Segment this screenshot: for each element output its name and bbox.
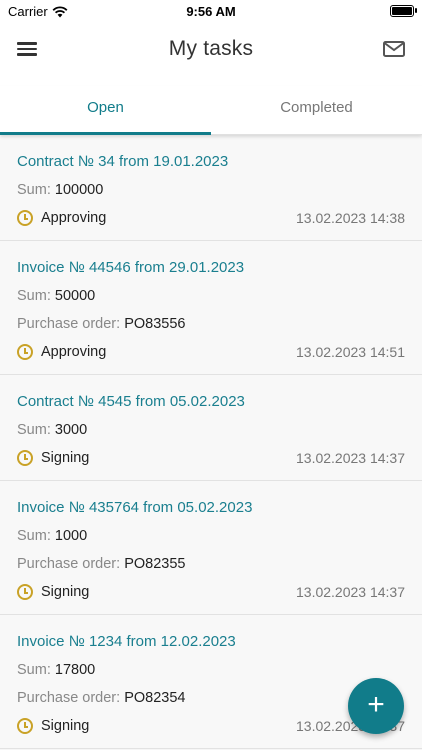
task-sum-line: Sum: 100000 (17, 180, 405, 200)
task-po-value: PO82355 (124, 556, 186, 572)
purchase-order-label: Purchase order: (17, 556, 121, 572)
app-bar: My tasks (0, 24, 422, 76)
task-status: Signing (41, 718, 90, 734)
task-sum-line: Sum: 1000 (17, 526, 405, 546)
add-task-button[interactable]: + (348, 678, 404, 734)
task-date: 13.02.2023 14:51 (296, 344, 405, 360)
status-time: 9:56 AM (186, 4, 236, 19)
task-po-value: PO82354 (124, 690, 186, 706)
task-status-row: Signing 13.02.2023 14:37 (17, 450, 405, 480)
task-card[interactable]: Invoice № 44546 from 29.01.2023 Sum: 5000… (0, 241, 422, 375)
task-date: 13.02.2023 14:37 (296, 450, 405, 466)
sum-label: Sum: (17, 662, 51, 678)
tab-open[interactable]: Open (0, 86, 211, 132)
battery-fill (392, 7, 412, 15)
task-sum-line: Sum: 50000 (17, 286, 405, 306)
mail-button[interactable] (382, 39, 406, 59)
task-sum-value: 17800 (54, 662, 96, 678)
clock-icon (17, 344, 33, 360)
task-title[interactable]: Contract № 34 from 19.01.2023 (17, 135, 405, 172)
task-status: Approving (41, 344, 107, 360)
sum-label: Sum: (17, 528, 51, 544)
task-sum-value: 1000 (54, 528, 88, 544)
active-tab-indicator (0, 132, 211, 135)
task-sum-line: Sum: 17800 (17, 660, 405, 680)
task-status: Approving (41, 210, 107, 226)
task-po-line: Purchase order: PO83556 (17, 314, 405, 334)
sum-label: Sum: (17, 422, 51, 438)
task-status: Signing (41, 450, 90, 466)
task-sum-line: Sum: 3000 (17, 420, 405, 440)
task-sum-value: 3000 (54, 422, 88, 438)
task-po-value: PO83556 (124, 316, 186, 332)
tab-completed[interactable]: Completed (211, 86, 422, 132)
task-card[interactable]: Invoice № 435764 from 05.02.2023 Sum: 100… (0, 481, 422, 615)
mail-icon (383, 41, 405, 57)
task-sum-value: 50000 (54, 288, 96, 304)
purchase-order-label: Purchase order: (17, 690, 121, 706)
clock-icon (17, 210, 33, 226)
task-status-row: Signing 13.02.2023 14:37 (17, 584, 405, 614)
task-card[interactable]: Contract № 34 from 19.01.2023 Sum: 100000… (0, 135, 422, 241)
task-po-line: Purchase order: PO82355 (17, 554, 405, 574)
task-title[interactable]: Invoice № 435764 from 05.02.2023 (17, 481, 405, 518)
page-title: My tasks (168, 37, 254, 60)
task-status-row: Approving 13.02.2023 14:51 (17, 344, 405, 374)
task-card[interactable]: Invoice № 1234 from 12.02.2023 Sum: 17800… (0, 615, 422, 749)
sum-label: Sum: (17, 288, 51, 304)
task-title[interactable]: Invoice № 44546 from 29.01.2023 (17, 241, 405, 278)
task-title[interactable]: Invoice № 1234 from 12.02.2023 (17, 615, 405, 652)
task-status-row: Approving 13.02.2023 14:38 (17, 210, 405, 240)
task-po-line: Purchase order: PO82354 (17, 688, 405, 708)
task-status: Signing (41, 584, 90, 600)
tab-bar: Open Completed (0, 86, 422, 135)
purchase-order-label: Purchase order: (17, 316, 121, 332)
clock-icon (17, 718, 33, 734)
clock-icon (17, 450, 33, 466)
task-list: Contract № 34 from 19.01.2023 Sum: 100000… (0, 135, 422, 750)
task-status-row: Signing 13.02.2023 14:37 (17, 718, 405, 748)
task-card[interactable]: Contract № 4545 from 05.02.2023 Sum: 3000… (0, 375, 422, 481)
clock-icon (17, 584, 33, 600)
task-date: 13.02.2023 14:38 (296, 210, 405, 226)
task-date: 13.02.2023 14:37 (296, 584, 405, 600)
status-bar: Carrier 9:56 AM (0, 0, 422, 24)
task-sum-value: 100000 (54, 182, 104, 198)
task-title[interactable]: Contract № 4545 from 05.02.2023 (17, 375, 405, 412)
battery-icon (390, 5, 417, 17)
sum-label: Sum: (17, 182, 51, 198)
